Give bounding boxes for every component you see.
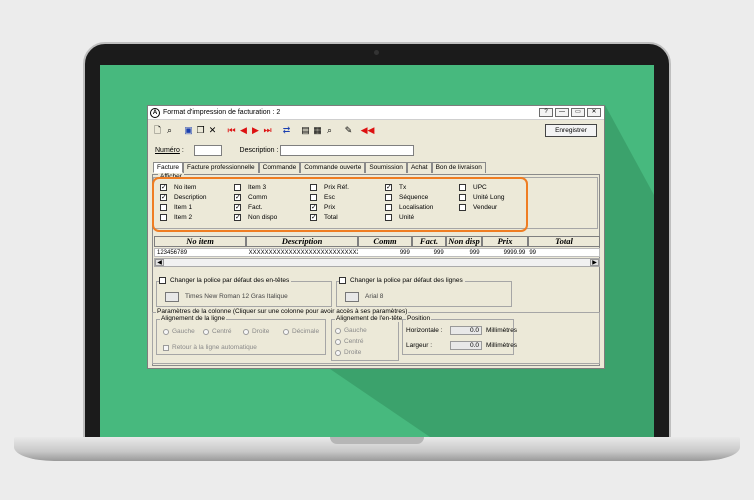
delete-icon[interactable]: ✕ bbox=[207, 125, 218, 137]
column-header[interactable]: Fact. bbox=[412, 236, 446, 247]
tab-commande-ouverte[interactable]: Commande ouverte bbox=[300, 162, 366, 173]
header-align-center-radio[interactable]: Centré bbox=[335, 338, 364, 345]
horizontal-label: Horizontale : bbox=[406, 327, 443, 334]
position-group: Position Horizontale : 0.0 Millimètres L… bbox=[402, 315, 517, 355]
width-row: Largeur : 0.0 Millimètres bbox=[406, 341, 517, 350]
word-wrap-checkbox[interactable]: Retour à la ligne automatique bbox=[163, 344, 257, 351]
link-icon[interactable]: ⇄ bbox=[281, 125, 292, 137]
last-record-icon[interactable]: ⏭ bbox=[262, 125, 273, 137]
tab-bar: Facture Facture professionnelle Commande… bbox=[153, 162, 486, 173]
title-bar: A Format d'impression de facturation : 2 bbox=[148, 106, 604, 120]
edit-icon[interactable]: ✎ bbox=[343, 125, 354, 137]
header-align-group: Alignement de l'en-tête Gauche Centré Dr… bbox=[331, 315, 404, 361]
tab-soumission[interactable]: Soumission bbox=[365, 162, 407, 173]
table-row: 123456789 XXXXXXXXXXXXXXXXXXXXXXXXXXXXXX… bbox=[154, 248, 600, 257]
header-font-name: Times New Roman 12 Gras Italique bbox=[185, 293, 288, 300]
horizontal-scrollbar[interactable]: ◀ ▶ bbox=[154, 258, 600, 267]
description-label: Description bbox=[239, 147, 275, 154]
header-font-button[interactable] bbox=[165, 292, 179, 302]
first-record-icon[interactable]: ⏮ bbox=[226, 125, 237, 137]
tab-facture-professionnelle[interactable]: Facture professionnelle bbox=[183, 162, 259, 173]
binoculars-icon[interactable]: ⌕ bbox=[164, 125, 175, 137]
lines-font-name: Arial 8 bbox=[365, 293, 384, 300]
lines-font-button[interactable] bbox=[345, 292, 359, 302]
header-font-label: Changer la police par défaut des en-tête… bbox=[170, 277, 290, 284]
column-header[interactable]: Total bbox=[528, 236, 600, 247]
find-print-icon[interactable]: ⌕ bbox=[324, 125, 335, 137]
horizontal-row: Horizontale : 0.0 Millimètres bbox=[406, 326, 517, 335]
table-cell: XXXXXXXXXXXXXXXXXXXXXXXXXXXXXXX bbox=[248, 250, 358, 256]
help-button[interactable]: ? bbox=[539, 108, 553, 117]
column-header[interactable]: Comm bbox=[358, 236, 412, 247]
description-input[interactable] bbox=[280, 145, 415, 156]
header-align-title: Alignement de l'en-tête bbox=[335, 315, 404, 322]
numero-label: Numéro bbox=[155, 147, 180, 154]
width-label: Largeur : bbox=[406, 342, 433, 349]
horizontal-input[interactable]: 0.0 bbox=[450, 326, 482, 335]
header-align-right-radio[interactable]: Droite bbox=[335, 349, 361, 356]
header-font-group: Changer la police par défaut des en-tête… bbox=[156, 277, 332, 307]
new-document-icon[interactable]: 🗋 bbox=[152, 125, 163, 137]
numero-input[interactable] bbox=[193, 145, 222, 156]
column-params-title: Paramètres de la colonne (Cliquer sur un… bbox=[156, 308, 409, 315]
tab-commande[interactable]: Commande bbox=[258, 162, 301, 173]
table-cell: 9999.99 bbox=[503, 250, 526, 256]
tab-facture[interactable]: Facture bbox=[153, 162, 184, 173]
screen: A Format d'impression de facturation : 2… bbox=[100, 65, 654, 437]
line-align-left-radio[interactable]: Gauche bbox=[163, 328, 195, 335]
laptop-notch bbox=[330, 437, 424, 444]
line-align-title: Alignement de la ligne bbox=[160, 315, 226, 322]
column-params-group: Paramètres de la colonne (Cliquer sur un… bbox=[152, 308, 600, 364]
save-button[interactable]: Enregistrer bbox=[545, 124, 597, 137]
table-cell: 999 bbox=[433, 250, 444, 256]
lines-font-checkbox[interactable] bbox=[339, 277, 346, 284]
table-cell: 999 bbox=[399, 250, 410, 256]
header-fields: Numéro : Description : bbox=[155, 145, 415, 156]
window-title: Format d'impression de facturation : 2 bbox=[163, 109, 281, 116]
lines-font-label: Changer la police par défaut des lignes bbox=[350, 277, 463, 284]
table-cell: 99 bbox=[529, 250, 537, 256]
width-input[interactable]: 0.0 bbox=[450, 341, 482, 350]
back-icon[interactable]: ◀◀ bbox=[361, 125, 375, 137]
previous-record-icon[interactable]: ◀ bbox=[238, 125, 249, 137]
column-headers: No item Description Comm Fact. Non disp … bbox=[154, 236, 600, 247]
scroll-right-icon[interactable]: ▶ bbox=[590, 259, 599, 266]
save-icon[interactable]: ▣ bbox=[183, 125, 194, 137]
tab-achat[interactable]: Achat bbox=[406, 162, 432, 173]
line-align-right-radio[interactable]: Droite bbox=[243, 328, 269, 335]
line-align-group: Alignement de la ligne Gauche Centré Dro… bbox=[156, 315, 326, 355]
minimize-button[interactable]: — bbox=[555, 108, 569, 117]
horizontal-unit: Millimètres bbox=[486, 327, 518, 334]
line-align-decimal-radio[interactable]: Décimale bbox=[283, 328, 319, 335]
tab-bon-de-livraison[interactable]: Bon de livraison bbox=[431, 162, 486, 173]
column-header[interactable]: Description bbox=[246, 236, 358, 247]
maximize-button[interactable]: ▭ bbox=[571, 108, 585, 117]
printer-icon[interactable]: ▤ bbox=[300, 125, 311, 137]
camera bbox=[374, 50, 379, 55]
table-cell: 999 bbox=[469, 250, 480, 256]
highlight-outline bbox=[152, 177, 528, 232]
column-header[interactable]: No item bbox=[154, 236, 246, 247]
close-button[interactable]: ✕ bbox=[587, 108, 601, 117]
header-align-left-radio[interactable]: Gauche bbox=[335, 327, 367, 334]
position-title: Position bbox=[406, 315, 432, 322]
print-preview-icon[interactable]: ▦ bbox=[312, 125, 323, 137]
scroll-left-icon[interactable]: ◀ bbox=[155, 259, 164, 266]
line-align-center-radio[interactable]: Centré bbox=[203, 328, 232, 335]
header-font-checkbox[interactable] bbox=[159, 277, 166, 284]
lines-font-group: Changer la police par défaut des lignes … bbox=[336, 277, 512, 307]
next-record-icon[interactable]: ▶ bbox=[250, 125, 261, 137]
app-logo-icon: A bbox=[150, 107, 160, 118]
copy-icon[interactable]: ❐ bbox=[195, 125, 206, 137]
toolbar: 🗋 ⌕ ▣ ❐ ✕ ⏮ ◀ ▶ ⏭ ⇄ ▤ ▦ ⌕ ✎ ◀◀ bbox=[152, 123, 375, 138]
column-header[interactable]: Prix bbox=[482, 236, 528, 247]
table-cell: 123456789 bbox=[157, 250, 188, 256]
column-header[interactable]: Non disp bbox=[446, 236, 482, 247]
print-format-window: A Format d'impression de facturation : 2… bbox=[147, 105, 605, 369]
width-unit: Millimètres bbox=[486, 342, 518, 349]
